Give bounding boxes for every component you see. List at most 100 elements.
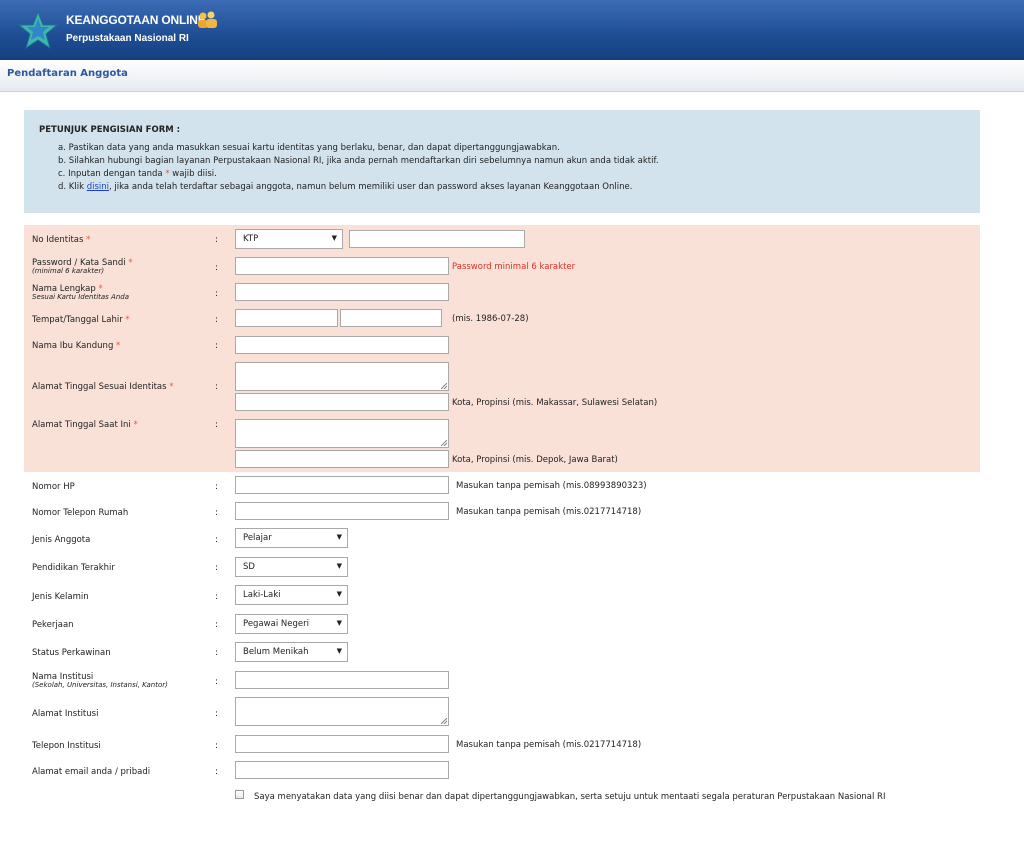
page-title: Pendaftaran Anggota bbox=[7, 68, 128, 79]
colon: : bbox=[215, 620, 219, 630]
pekerjaan-value: Pegawai Negeri bbox=[243, 619, 309, 629]
instruction-c-text-end: wajib diisi. bbox=[172, 169, 217, 179]
pendidikan-select[interactable]: SD ▼ bbox=[235, 557, 348, 577]
colon: : bbox=[215, 263, 219, 273]
instruction-c: c. Inputan dengan tanda * wajib diisi. bbox=[58, 169, 217, 179]
identity-type-select[interactable]: KTP ▼ bbox=[235, 229, 343, 249]
colon: : bbox=[215, 235, 219, 245]
pekerjaan-select[interactable]: Pegawai Negeri ▼ bbox=[235, 614, 348, 634]
birthplace-input[interactable] bbox=[235, 309, 338, 327]
required-star: * bbox=[165, 169, 170, 179]
ibu-input[interactable] bbox=[235, 336, 449, 354]
colon: : bbox=[215, 741, 219, 751]
colon: : bbox=[215, 482, 219, 492]
alamat-identitas-city-input[interactable] bbox=[235, 393, 449, 411]
email-label: Alamat email anda / pribadi bbox=[32, 767, 151, 777]
telp-rumah-input[interactable] bbox=[235, 502, 449, 520]
agreement-text: Saya menyatakan data yang diisi benar da… bbox=[254, 792, 886, 802]
alamat-kini-label-text: Alamat Tinggal Saat Ini bbox=[32, 420, 131, 430]
password-sublabel: (minimal 6 karakter) bbox=[32, 267, 105, 275]
alamat-identitas-textarea[interactable] bbox=[235, 362, 449, 391]
app-header: KEANGGOTAAN ONLINE Perpustakaan Nasional… bbox=[0, 0, 1024, 60]
telp-institusi-input[interactable] bbox=[235, 735, 449, 753]
hp-label: Nomor HP bbox=[32, 482, 75, 492]
colon: : bbox=[215, 767, 219, 777]
instruction-d-text-end: , jika anda telah terdaftar sebagai angg… bbox=[109, 182, 633, 192]
dropdown-arrow-icon: ▼ bbox=[336, 562, 342, 570]
alamat-kini-textarea[interactable] bbox=[235, 419, 449, 448]
ibu-label: Nama Ibu Kandung * bbox=[32, 341, 120, 351]
alamat-institusi-label: Alamat Institusi bbox=[32, 709, 99, 719]
pekerjaan-label: Pekerjaan bbox=[32, 620, 74, 630]
app-subtitle: Perpustakaan Nasional RI bbox=[66, 33, 189, 44]
colon: : bbox=[215, 315, 219, 325]
ttl-label: Tempat/Tanggal Lahir * bbox=[32, 315, 130, 325]
institusi-input[interactable] bbox=[235, 671, 449, 689]
kelamin-value: Laki-Laki bbox=[243, 590, 281, 600]
colon: : bbox=[215, 563, 219, 573]
dropdown-arrow-icon: ▼ bbox=[336, 619, 342, 627]
instruction-d: d. Klik disini, jika anda telah terdafta… bbox=[58, 182, 632, 192]
colon: : bbox=[215, 648, 219, 658]
colon: : bbox=[215, 508, 219, 518]
pendidikan-label: Pendidikan Terakhir bbox=[32, 563, 115, 573]
dropdown-arrow-icon: ▼ bbox=[336, 590, 342, 598]
colon: : bbox=[215, 592, 219, 602]
instruction-c-text: c. Inputan dengan tanda bbox=[58, 169, 163, 179]
colon: : bbox=[215, 677, 219, 687]
nama-lengkap-sublabel: Sesuai Kartu Identitas Anda bbox=[32, 293, 130, 301]
colon: : bbox=[215, 382, 219, 392]
birthdate-input[interactable] bbox=[340, 309, 442, 327]
hp-input[interactable] bbox=[235, 476, 449, 494]
no-identitas-input[interactable] bbox=[349, 230, 525, 248]
alamat-institusi-textarea[interactable] bbox=[235, 697, 449, 726]
pendidikan-value: SD bbox=[243, 562, 255, 572]
dropdown-arrow-icon: ▼ bbox=[336, 647, 342, 655]
agreement-checkbox[interactable] bbox=[235, 790, 244, 799]
app-title: KEANGGOTAAN ONLINE bbox=[66, 13, 206, 27]
alamat-kini-hint: Kota, Propinsi (mis. Depok, Jawa Barat) bbox=[452, 455, 618, 465]
page-title-bar: Pendaftaran Anggota bbox=[0, 60, 1024, 92]
password-error: Password minimal 6 karakter bbox=[452, 262, 576, 272]
hp-hint: Masukan tanpa pemisah (mis.08993890323) bbox=[456, 481, 647, 491]
ttl-label-text: Tempat/Tanggal Lahir bbox=[32, 315, 123, 325]
alamat-kini-label: Alamat Tinggal Saat Ini * bbox=[32, 420, 138, 430]
ibu-label-text: Nama Ibu Kandung bbox=[32, 341, 114, 351]
perkawinan-value: Belum Menikah bbox=[243, 647, 309, 657]
telp-institusi-hint: Masukan tanpa pemisah (mis.0217714718) bbox=[456, 740, 642, 750]
kelamin-label: Jenis Kelamin bbox=[32, 592, 89, 602]
jenis-anggota-value: Pelajar bbox=[243, 533, 272, 543]
kelamin-select[interactable]: Laki-Laki ▼ bbox=[235, 585, 348, 605]
jenis-anggota-label: Jenis Anggota bbox=[32, 535, 91, 545]
colon: : bbox=[215, 535, 219, 545]
no-identitas-label: No Identitas * bbox=[32, 235, 90, 245]
email-input[interactable] bbox=[235, 761, 449, 779]
colon: : bbox=[215, 289, 219, 299]
disini-link[interactable]: disini bbox=[87, 182, 109, 192]
required-star: * bbox=[116, 341, 121, 351]
birthdate-hint: (mis. 1986-07-28) bbox=[452, 314, 529, 324]
telp-institusi-label: Telepon Institusi bbox=[32, 741, 101, 751]
instruction-b: b. Silahkan hubungi bagian layanan Perpu… bbox=[58, 156, 659, 166]
password-input[interactable] bbox=[235, 257, 449, 275]
dropdown-arrow-icon: ▼ bbox=[336, 533, 342, 541]
nama-lengkap-input[interactable] bbox=[235, 283, 449, 301]
institusi-sublabel: (Sekolah, Universitas, Instansi, Kantor) bbox=[32, 681, 168, 689]
people-icon bbox=[198, 11, 217, 28]
colon: : bbox=[215, 420, 219, 430]
alamat-kini-city-input[interactable] bbox=[235, 450, 449, 468]
instructions-heading: PETUNJUK PENGISIAN FORM : bbox=[39, 125, 181, 135]
alamat-identitas-label: Alamat Tinggal Sesuai Identitas * bbox=[32, 382, 174, 392]
jenis-anggota-select[interactable]: Pelajar ▼ bbox=[235, 528, 348, 548]
alamat-identitas-label-text: Alamat Tinggal Sesuai Identitas bbox=[32, 382, 167, 392]
colon: : bbox=[215, 341, 219, 351]
perkawinan-select[interactable]: Belum Menikah ▼ bbox=[235, 642, 348, 662]
required-star: * bbox=[128, 258, 133, 268]
instruction-d-text: d. Klik bbox=[58, 182, 85, 192]
instruction-a: a. Pastikan data yang anda masukkan sesu… bbox=[58, 143, 560, 153]
star-logo-icon bbox=[18, 10, 58, 50]
required-star: * bbox=[86, 235, 91, 245]
colon: : bbox=[215, 709, 219, 719]
identity-type-value: KTP bbox=[243, 234, 259, 244]
required-star: * bbox=[125, 315, 130, 325]
